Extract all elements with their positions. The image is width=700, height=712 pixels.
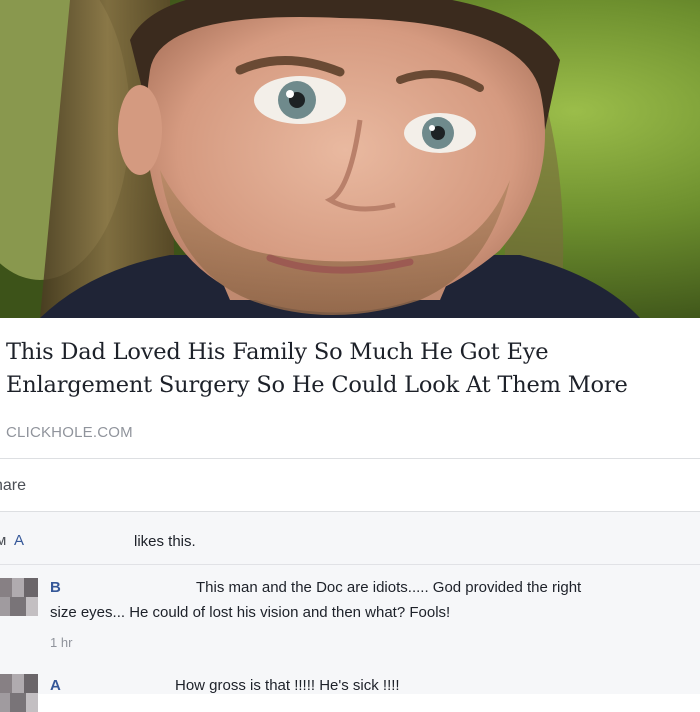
link-preview-card[interactable]: This Dad Loved His Family So Much He Got… xyxy=(0,318,700,459)
liker-name[interactable]: A xyxy=(14,532,24,549)
portrait-illustration xyxy=(0,0,700,318)
article-source: CLICKHOLE.COM xyxy=(6,424,133,441)
action-bar: hare xyxy=(0,459,700,512)
comment-author[interactable]: A xyxy=(50,677,61,694)
avatar[interactable] xyxy=(0,674,38,712)
comments-section: ᴍ A likes this. B This man and the Doc a… xyxy=(0,512,700,712)
comment: A How gross is that !!!!! He's sick !!!! xyxy=(0,665,700,712)
comment: B This man and the Doc are idiots..... G… xyxy=(0,565,700,665)
likes-text: likes this. xyxy=(134,533,196,550)
thumbs-up-icon: ᴍ xyxy=(0,532,7,549)
share-button[interactable]: hare xyxy=(0,477,26,495)
article-headline[interactable]: This Dad Loved His Family So Much He Got… xyxy=(6,336,696,402)
comment-author[interactable]: B xyxy=(50,579,61,596)
comment-timestamp[interactable]: 1 hr xyxy=(50,635,72,650)
post-photo[interactable] xyxy=(0,0,700,318)
comment-text-line2: size eyes... He could of lost his vision… xyxy=(50,604,451,621)
likes-summary: ᴍ A likes this. xyxy=(0,512,700,565)
avatar[interactable] xyxy=(0,578,38,616)
comment-text-line1: This man and the Doc are idiots..... God… xyxy=(196,579,582,596)
